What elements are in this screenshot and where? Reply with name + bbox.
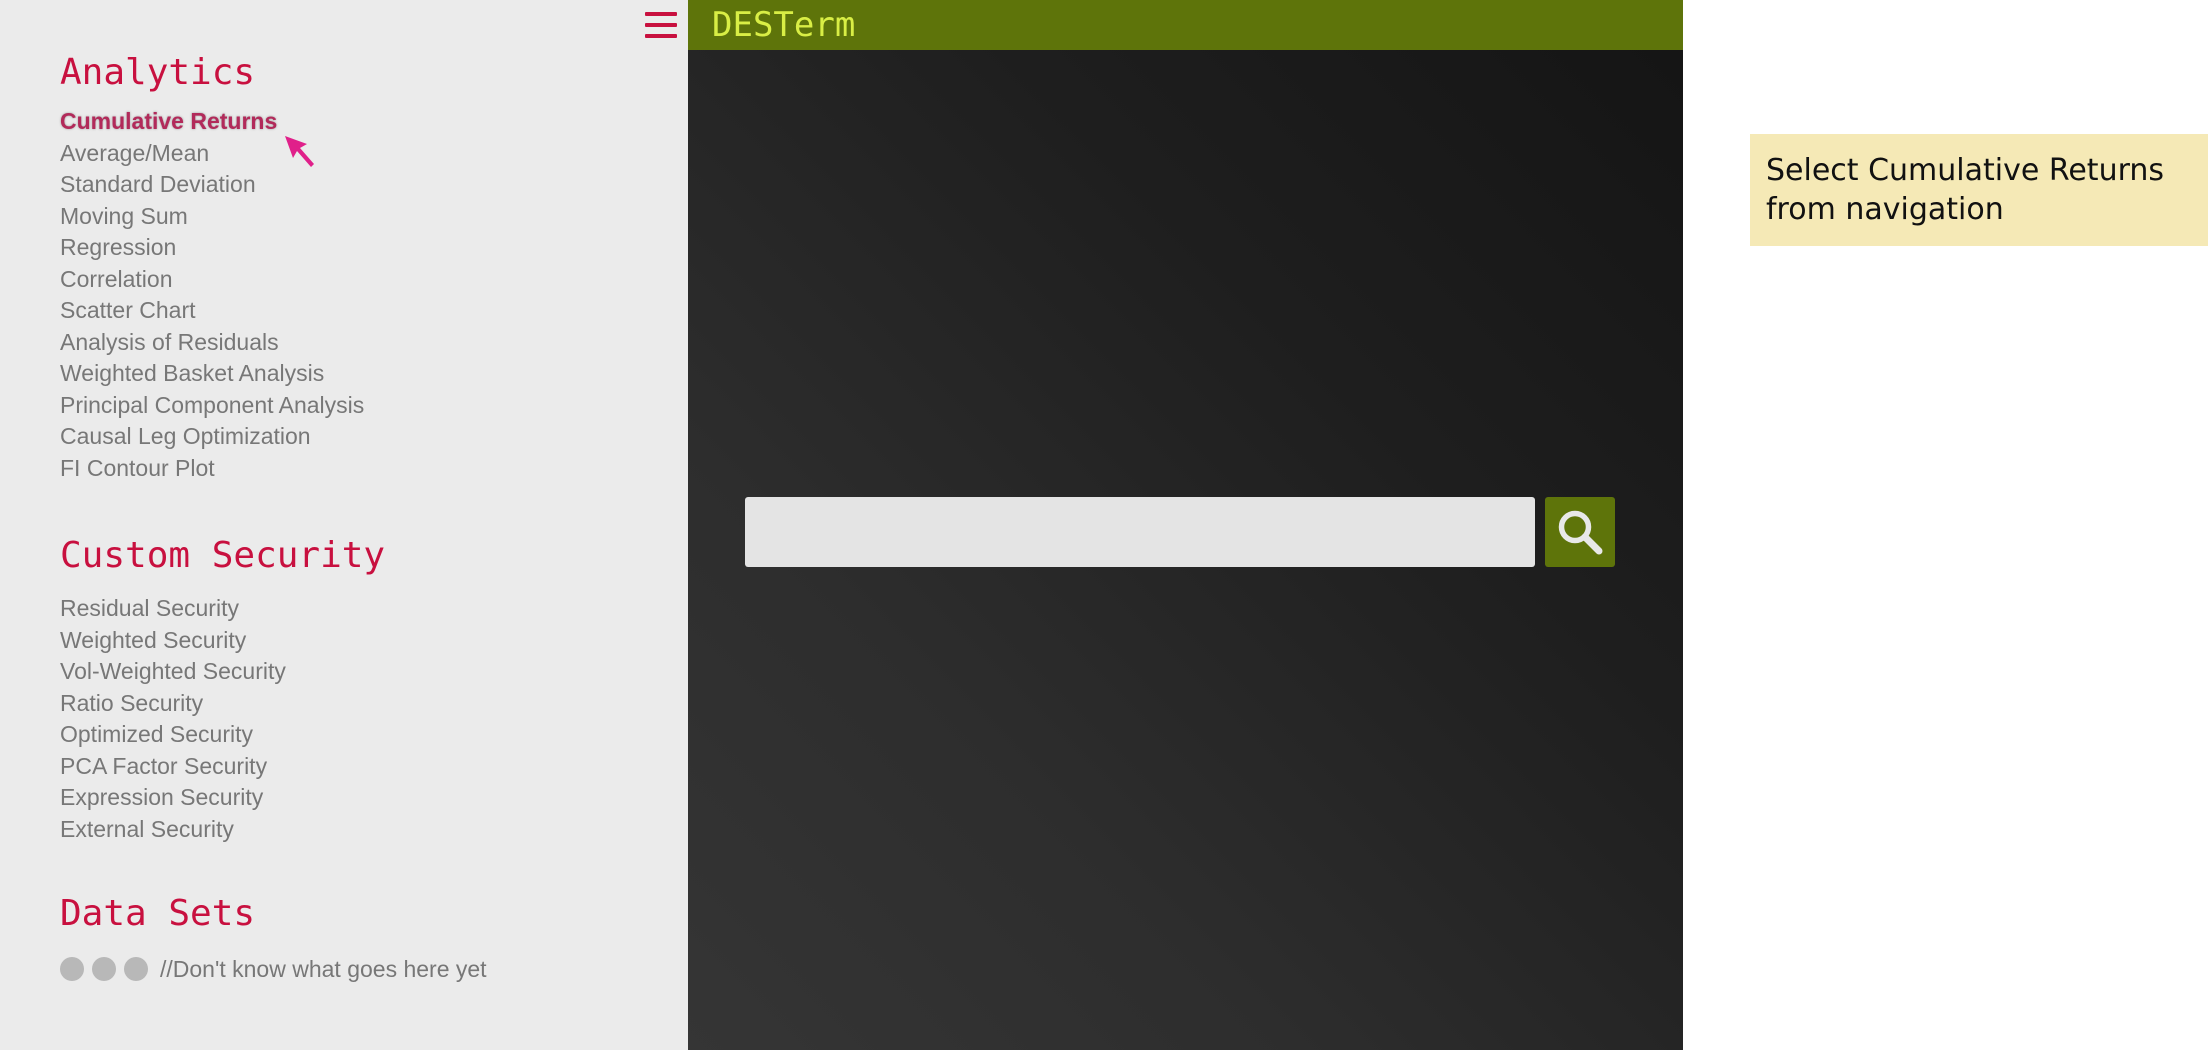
nav-item-weighted-basket-analysis[interactable]: Weighted Basket Analysis (60, 358, 364, 390)
placeholder-dot (124, 957, 148, 981)
nav-item-scatter-chart[interactable]: Scatter Chart (60, 295, 364, 327)
custom-security-nav: Residual Security Weighted Security Vol-… (60, 593, 286, 845)
nav-item-causal-leg-optimization[interactable]: Causal Leg Optimization (60, 421, 364, 453)
nav-item-cumulative-returns[interactable]: Cumulative Returns (60, 106, 364, 138)
nav-item-correlation[interactable]: Correlation (60, 264, 364, 296)
nav-item-average-mean[interactable]: Average/Mean (60, 138, 364, 170)
search-input[interactable] (745, 497, 1535, 567)
nav-item-analysis-of-residuals[interactable]: Analysis of Residuals (60, 327, 364, 359)
data-sets-placeholder: //Don't know what goes here yet (60, 953, 487, 985)
terminal-panel: DESTerm (688, 0, 1683, 1050)
nav-item-residual-security[interactable]: Residual Security (60, 593, 286, 625)
nav-item-weighted-security[interactable]: Weighted Security (60, 625, 286, 657)
sidebar: Analytics Cumulative Returns Average/Mea… (0, 0, 688, 1050)
nav-item-expression-security[interactable]: Expression Security (60, 782, 286, 814)
instruction-note: Select Cumulative Returns from navigatio… (1750, 134, 2208, 246)
nav-item-external-security[interactable]: External Security (60, 814, 286, 846)
nav-item-vol-weighted-security[interactable]: Vol-Weighted Security (60, 656, 286, 688)
nav-item-optimized-security[interactable]: Optimized Security (60, 719, 286, 751)
nav-item-pca-factor-security[interactable]: PCA Factor Security (60, 751, 286, 783)
nav-item-moving-sum[interactable]: Moving Sum (60, 201, 364, 233)
hamburger-menu-icon[interactable] (644, 8, 678, 42)
nav-item-standard-deviation[interactable]: Standard Deviation (60, 169, 364, 201)
nav-item-regression[interactable]: Regression (60, 232, 364, 264)
nav-item-ratio-security[interactable]: Ratio Security (60, 688, 286, 720)
search-button[interactable] (1545, 497, 1615, 567)
analytics-nav: Cumulative Returns Average/Mean Standard… (60, 106, 364, 484)
analytics-heading: Analytics (60, 52, 256, 93)
data-sets-placeholder-text: //Don't know what goes here yet (160, 955, 487, 982)
app-title: DESTerm (712, 5, 856, 45)
magnifier-icon (1558, 510, 1603, 555)
nav-item-fi-contour-plot[interactable]: FI Contour Plot (60, 453, 364, 485)
title-bar: DESTerm (688, 0, 1683, 50)
custom-security-heading: Custom Security (60, 535, 386, 576)
placeholder-dot (92, 957, 116, 981)
mouse-cursor-icon (285, 136, 314, 167)
data-sets-heading: Data Sets (60, 893, 256, 934)
nav-item-principal-component-analysis[interactable]: Principal Component Analysis (60, 390, 364, 422)
placeholder-dot (60, 957, 84, 981)
